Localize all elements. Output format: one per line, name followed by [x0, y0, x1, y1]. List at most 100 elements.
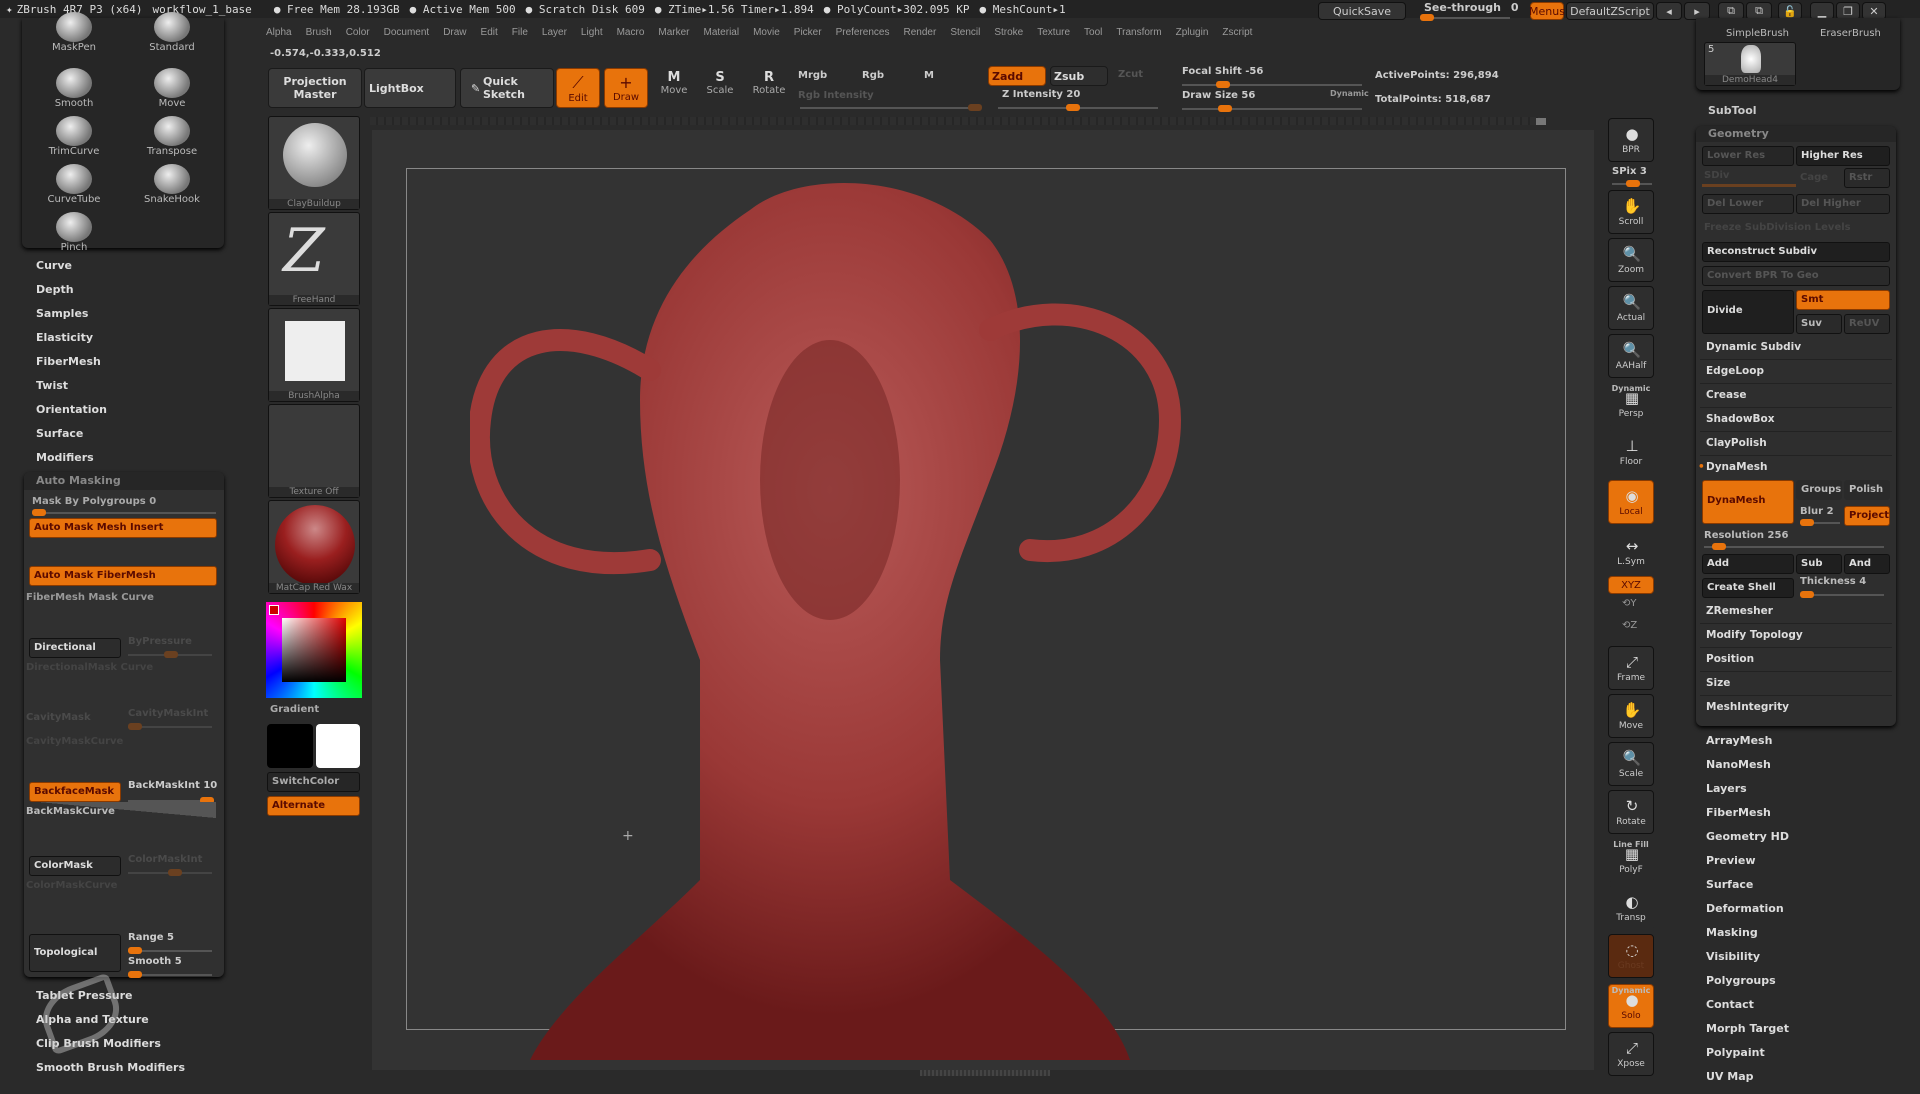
tool-menu-surface[interactable]: Surface	[1706, 878, 1789, 902]
menus-button[interactable]: Menus	[1529, 2, 1565, 20]
auto-mask-mesh-insert-button[interactable]: Auto Mask Mesh Insert	[29, 518, 217, 538]
menu-zplugin[interactable]: Zplugin	[1170, 24, 1215, 44]
menu-macro[interactable]: Macro	[611, 24, 651, 44]
backface-mask-button[interactable]: BackfaceMask	[29, 782, 121, 802]
default-zscript-button[interactable]: DefaultZScript	[1566, 2, 1654, 20]
brush-menu-curve[interactable]: Curve	[36, 258, 107, 282]
xyz-symmetry-button[interactable]: XYZ	[1608, 576, 1654, 594]
solo-button[interactable]: Dynamic ● Solo	[1608, 984, 1654, 1028]
menu-marker[interactable]: Marker	[652, 24, 695, 44]
material-selector[interactable]: MatCap Red Wax	[268, 500, 360, 594]
claypolish-row[interactable]: ClayPolish	[1700, 432, 1892, 456]
color-mask-button[interactable]: ColorMask	[29, 856, 121, 876]
menu-draw[interactable]: Draw	[437, 24, 472, 44]
ghost-button[interactable]: ◌ Ghost	[1608, 934, 1654, 978]
zadd-button[interactable]: Zadd	[988, 66, 1046, 86]
auto-mask-fibermesh-button[interactable]: Auto Mask FiberMesh	[29, 566, 217, 586]
scale-button[interactable]: S Scale	[698, 70, 742, 108]
xpose-button[interactable]: ⤢ Xpose	[1608, 1032, 1654, 1076]
switch-color-button[interactable]: SwitchColor	[267, 772, 360, 792]
brush-menu-smooth-brush-modifiers[interactable]: Smooth Brush Modifiers	[36, 1060, 185, 1084]
simple-brush-tool[interactable]: SimpleBrush	[1726, 28, 1789, 39]
freeze-subdivision-button[interactable]: Freeze SubDivision Levels	[1704, 222, 1851, 233]
polyf-button[interactable]: Line Fill ▦ PolyF	[1608, 838, 1654, 882]
menu-brush[interactable]: Brush	[300, 24, 338, 44]
tool-menu-deformation[interactable]: Deformation	[1706, 902, 1789, 926]
dynamesh-button[interactable]: DynaMesh	[1702, 480, 1794, 524]
menu-zscript[interactable]: Zscript	[1216, 24, 1258, 44]
project-toggle[interactable]: Project	[1844, 506, 1890, 526]
menu-tool[interactable]: Tool	[1078, 24, 1108, 44]
range-slider[interactable]	[128, 947, 212, 954]
bpr-button[interactable]: ● BPR	[1608, 118, 1654, 162]
menu-alpha[interactable]: Alpha	[260, 24, 298, 44]
secondary-color-swatch[interactable]	[267, 724, 313, 768]
thickness-slider[interactable]	[1800, 591, 1884, 598]
texture-selector[interactable]: Texture Off	[268, 404, 360, 498]
draw-size-slider[interactable]	[1182, 105, 1362, 112]
menu-layer[interactable]: Layer	[536, 24, 573, 44]
quicksave-button[interactable]: QuickSave	[1318, 2, 1406, 20]
transp-button[interactable]: ◐ Transp	[1608, 886, 1654, 930]
meshintegrity-row[interactable]: MeshIntegrity	[1700, 696, 1892, 720]
tool-menu-fibermesh[interactable]: FiberMesh	[1706, 806, 1789, 830]
draw-button[interactable]: + Draw	[604, 68, 648, 108]
del-higher-button[interactable]: Del Higher	[1796, 194, 1890, 214]
fibermesh-mask-curve[interactable]: FiberMesh Mask Curve	[26, 592, 154, 603]
main-color-swatch[interactable]	[316, 724, 360, 768]
bottom-shelf-handle[interactable]	[920, 1070, 1050, 1076]
menu-picker[interactable]: Picker	[788, 24, 828, 44]
menu-movie[interactable]: Movie	[747, 24, 786, 44]
move-button[interactable]: ✋ Move	[1608, 694, 1654, 738]
alpha-selector[interactable]: BrushAlpha	[268, 308, 360, 402]
brush-curvetube[interactable]: CurveTube	[26, 164, 122, 212]
resolution-slider[interactable]	[1704, 543, 1884, 550]
tool-menu-morph-target[interactable]: Morph Target	[1706, 1022, 1789, 1046]
menu-transform[interactable]: Transform	[1110, 24, 1167, 44]
brush-menu-elasticity[interactable]: Elasticity	[36, 330, 107, 354]
color-mask-curve[interactable]: ColorMaskCurve	[26, 880, 117, 891]
rgb-intensity-slider[interactable]	[800, 104, 982, 111]
focal-shift-slider[interactable]	[1182, 81, 1362, 88]
brush-maskpen[interactable]: MaskPen	[26, 12, 122, 60]
menu-stencil[interactable]: Stencil	[944, 24, 986, 44]
geometry-header[interactable]: Geometry	[1696, 126, 1896, 142]
sdiv-slider[interactable]	[1702, 184, 1796, 187]
rotate-button[interactable]: ↻ Rotate	[1608, 790, 1654, 834]
rgb-button[interactable]: Rgb	[862, 70, 884, 81]
gradient-label[interactable]: Gradient	[270, 704, 319, 715]
edit-button[interactable]: ⟋ Edit	[556, 68, 600, 108]
brush-menu-depth[interactable]: Depth	[36, 282, 107, 306]
brush-menu-fibermesh[interactable]: FiberMesh	[36, 354, 107, 378]
lightbox-button[interactable]: LightBox	[364, 68, 456, 108]
reconstruct-subdiv-button[interactable]: Reconstruct Subdiv	[1702, 242, 1890, 262]
rotate-button[interactable]: R Rotate	[746, 70, 792, 108]
subtool-menu[interactable]: SubTool	[1708, 104, 1757, 117]
color-mask-int-slider[interactable]	[128, 869, 212, 876]
menu-color[interactable]: Color	[340, 24, 376, 44]
and-button[interactable]: And	[1844, 554, 1890, 574]
menu-stroke[interactable]: Stroke	[988, 24, 1029, 44]
brush-trimcurve[interactable]: TrimCurve	[26, 116, 122, 164]
projection-master-button[interactable]: Projection Master	[268, 68, 362, 108]
tool-menu-polypaint[interactable]: Polypaint	[1706, 1046, 1789, 1070]
sculpt-model[interactable]	[470, 180, 1270, 1060]
edgeloop-row[interactable]: EdgeLoop	[1700, 360, 1892, 384]
m-button[interactable]: M	[924, 70, 934, 81]
polish-toggle[interactable]: Polish	[1844, 480, 1890, 500]
menu-preferences[interactable]: Preferences	[830, 24, 896, 44]
frame-button[interactable]: ⤢ Frame	[1608, 646, 1654, 690]
directional-button[interactable]: Directional	[29, 638, 121, 658]
tool-menu-visibility[interactable]: Visibility	[1706, 950, 1789, 974]
zoom-button[interactable]: 🔍 Zoom	[1608, 238, 1654, 282]
see-through-slider[interactable]	[1420, 14, 1510, 21]
menu-document[interactable]: Document	[378, 24, 436, 44]
brush-menu-orientation[interactable]: Orientation	[36, 402, 107, 426]
brush-selector[interactable]: ClayBuildup	[268, 116, 360, 210]
tool-menu-uv-map[interactable]: UV Map	[1706, 1070, 1789, 1094]
bypressure-slider[interactable]	[128, 651, 212, 658]
auto-masking-header[interactable]: Auto Masking	[24, 472, 224, 490]
local-button[interactable]: ◉ Local	[1608, 480, 1654, 524]
dynamic-subdiv-row[interactable]: Dynamic Subdiv	[1700, 336, 1892, 360]
shadowbox-row[interactable]: ShadowBox	[1700, 408, 1892, 432]
